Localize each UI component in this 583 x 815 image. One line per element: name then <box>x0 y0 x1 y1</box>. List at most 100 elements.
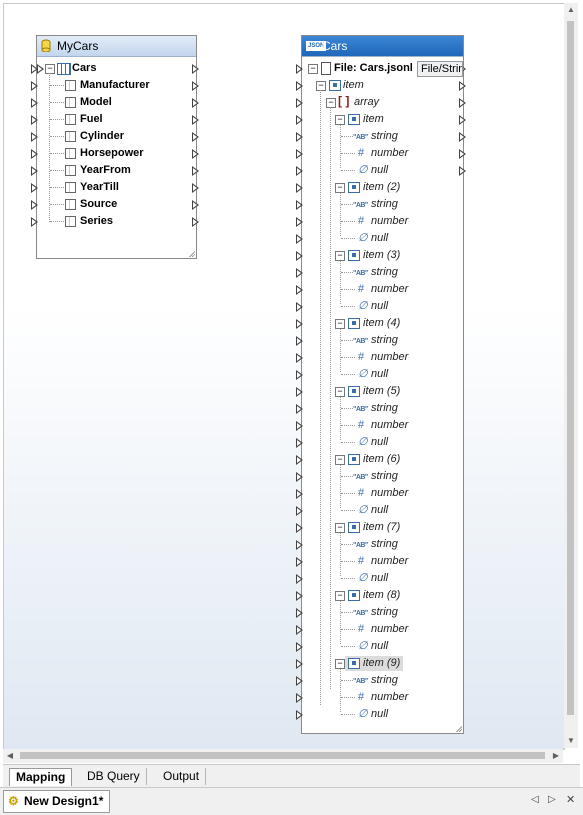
input-connector-icon[interactable] <box>296 489 303 499</box>
json-item-row[interactable]: − item <box>296 77 466 94</box>
vertical-scrollbar[interactable]: ▲ ▼ <box>564 3 578 748</box>
output-connector-icon[interactable] <box>459 166 466 176</box>
list-item[interactable]: Source <box>31 196 199 213</box>
cars-json-component[interactable]: JSON Cars −File: Cars.jsonlFile/String−i… <box>296 35 466 734</box>
collapse-icon[interactable]: − <box>335 455 345 465</box>
json-number-field[interactable]: # number <box>296 213 463 230</box>
output-connector-icon[interactable] <box>192 200 199 210</box>
input-connector-icon[interactable] <box>31 166 38 176</box>
input-connector-icon[interactable] <box>296 200 303 210</box>
json-string-field[interactable]: "AB" string <box>296 604 463 621</box>
input-connector-icon[interactable] <box>296 438 303 448</box>
json-null-field[interactable]: ∅ null <box>296 638 463 655</box>
mapping-canvas[interactable]: MyCars − Cars Manufacturer Model Fuel Cylinde… <box>3 3 565 750</box>
collapse-icon[interactable]: − <box>335 591 345 601</box>
input-connector-icon[interactable] <box>296 455 303 465</box>
list-item[interactable]: Fuel <box>31 111 199 128</box>
vertical-scroll-thumb[interactable] <box>567 21 574 715</box>
json-string-field[interactable]: "AB" string <box>296 332 463 349</box>
json-array-row[interactable]: −[ ] array <box>296 94 466 111</box>
mycars-db-component[interactable]: MyCars − Cars Manufacturer Model Fuel Cylinde… <box>31 35 199 259</box>
json-null-field[interactable]: ∅ null <box>296 434 463 451</box>
scroll-right-icon[interactable]: ▶ <box>549 749 563 763</box>
tab-db-query[interactable]: DB Query <box>81 768 147 785</box>
input-connector-icon[interactable] <box>296 676 303 686</box>
tab-prev-icon[interactable]: ◁ <box>531 794 539 805</box>
input-connector-icon[interactable] <box>296 404 303 414</box>
collapse-icon[interactable]: − <box>326 98 336 108</box>
input-connector-icon[interactable] <box>31 132 38 142</box>
output-connector-icon[interactable] <box>459 98 466 108</box>
collapse-icon[interactable]: − <box>335 523 345 533</box>
json-number-field[interactable]: # number <box>296 689 463 706</box>
output-connector-icon[interactable] <box>192 64 199 74</box>
input-connector-icon[interactable] <box>31 98 38 108</box>
input-connector-icon[interactable] <box>296 64 303 74</box>
json-number-field[interactable]: # number <box>296 553 463 570</box>
output-connector-icon[interactable] <box>192 132 199 142</box>
input-connector-icon[interactable] <box>296 693 303 703</box>
json-number-field[interactable]: # number <box>296 485 463 502</box>
input-connector-icon[interactable] <box>296 540 303 550</box>
json-null-field[interactable]: ∅ null <box>296 502 463 519</box>
input-connector-icon[interactable] <box>296 132 303 142</box>
tab-mapping[interactable]: Mapping <box>9 768 73 786</box>
json-number-field[interactable]: # number <box>296 621 463 638</box>
table-row-cars[interactable]: − Cars <box>31 60 199 77</box>
input-connector-icon[interactable] <box>296 387 303 397</box>
input-connector-icon[interactable] <box>296 302 303 312</box>
input-connector-icon[interactable] <box>31 183 38 193</box>
json-string-field[interactable]: "AB" string <box>296 128 466 145</box>
json-null-field[interactable]: ∅ null <box>296 706 463 723</box>
collapse-icon[interactable]: − <box>335 251 345 261</box>
output-connector-icon[interactable] <box>459 115 466 125</box>
json-string-field[interactable]: "AB" string <box>296 196 463 213</box>
input-connector-icon[interactable] <box>296 268 303 278</box>
collapse-icon[interactable]: − <box>335 319 345 329</box>
input-connector-icon[interactable] <box>296 234 303 244</box>
cars-json-titlebar[interactable]: JSON Cars <box>302 36 463 57</box>
input-connector-icon[interactable] <box>296 370 303 380</box>
collapse-icon[interactable]: − <box>308 64 318 74</box>
json-number-field[interactable]: # number <box>296 281 463 298</box>
input-connector-icon[interactable] <box>296 149 303 159</box>
output-connector-icon[interactable] <box>459 132 466 142</box>
input-connector-icon[interactable] <box>296 472 303 482</box>
input-connector-icon[interactable] <box>296 81 303 91</box>
json-file-row[interactable]: − File: Cars.jsonl File/String <box>296 60 466 77</box>
json-array-item[interactable]: − item (4) <box>296 315 463 332</box>
tab-next-icon[interactable]: ▷ <box>548 794 556 805</box>
list-item[interactable]: Manufacturer <box>31 77 199 94</box>
json-string-field[interactable]: "AB" string <box>296 672 463 689</box>
json-array-item[interactable]: − item (3) <box>296 247 463 264</box>
list-item[interactable]: Cylinder <box>31 128 199 145</box>
json-array-item[interactable]: − item (6) <box>296 451 463 468</box>
input-connector-icon[interactable] <box>296 421 303 431</box>
input-connector-icon[interactable] <box>296 353 303 363</box>
collapse-icon[interactable]: − <box>335 115 345 125</box>
input-connector-icon[interactable] <box>296 591 303 601</box>
output-connector-icon[interactable] <box>192 217 199 227</box>
json-null-field[interactable]: ∅ null <box>296 162 466 179</box>
input-connector-icon[interactable] <box>31 81 38 91</box>
output-connector-icon[interactable] <box>192 149 199 159</box>
output-connector-icon[interactable] <box>192 115 199 125</box>
json-array-item[interactable]: − item (8) <box>296 587 463 604</box>
json-string-field[interactable]: "AB" string <box>296 536 463 553</box>
json-string-field[interactable]: "AB" string <box>296 468 463 485</box>
json-null-field[interactable]: ∅ null <box>296 366 463 383</box>
scroll-up-icon[interactable]: ▲ <box>564 3 578 17</box>
output-connector-icon[interactable] <box>192 81 199 91</box>
input-connector-icon[interactable] <box>296 710 303 720</box>
input-connector-icon[interactable] <box>296 183 303 193</box>
input-connector-icon[interactable] <box>296 115 303 125</box>
collapse-icon[interactable]: − <box>335 659 345 669</box>
input-connector-icon[interactable] <box>296 642 303 652</box>
close-icon[interactable]: ✕ <box>566 793 575 806</box>
horizontal-scroll-thumb[interactable] <box>20 752 545 759</box>
output-connector-icon[interactable] <box>459 81 466 91</box>
json-number-field[interactable]: # number <box>296 349 463 366</box>
input-connector-icon[interactable] <box>296 625 303 635</box>
input-connector-icon[interactable] <box>31 149 38 159</box>
json-number-field[interactable]: # number <box>296 145 466 162</box>
